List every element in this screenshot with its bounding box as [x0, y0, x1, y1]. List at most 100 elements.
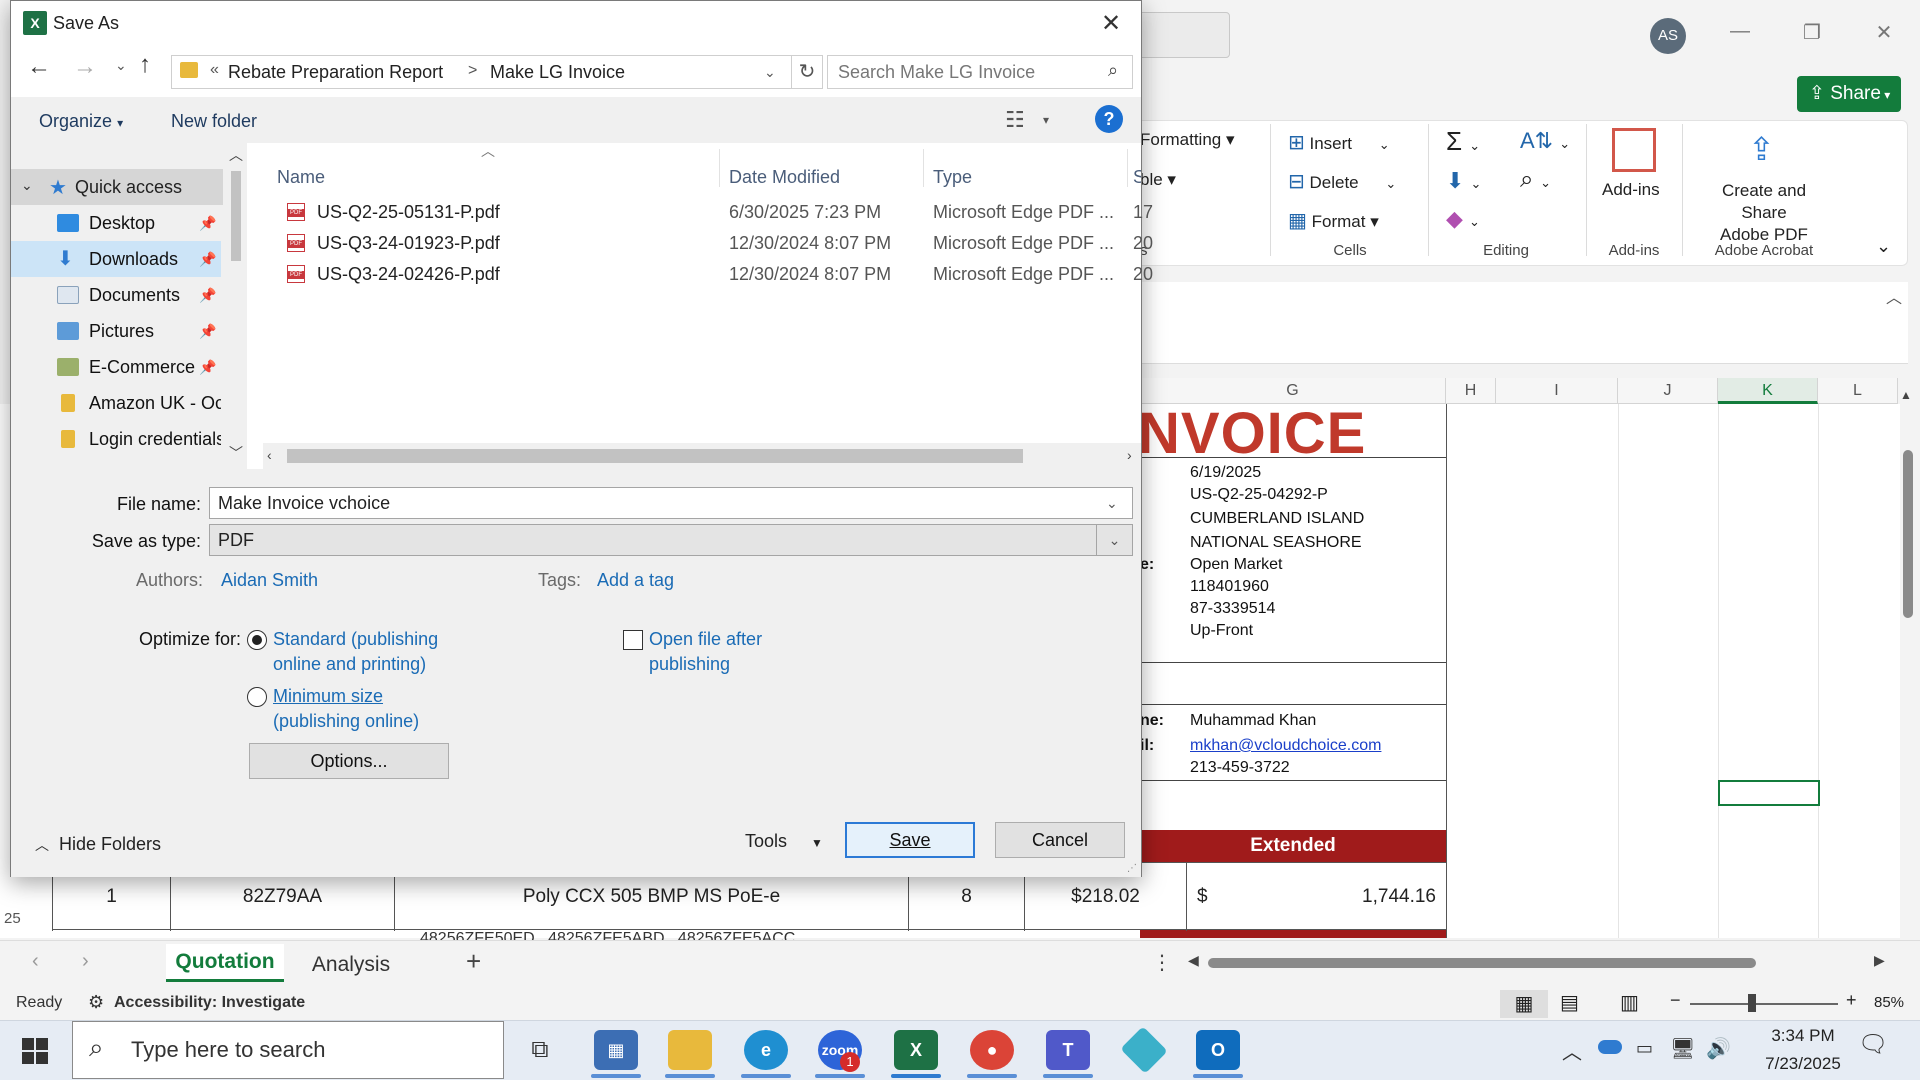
volume-icon[interactable]: 🔊 — [1706, 1036, 1731, 1061]
add-sheet-button[interactable]: + — [466, 946, 481, 977]
breadcrumb-current[interactable]: Make LG Invoice — [490, 62, 625, 83]
hide-folders-icon[interactable]: ︿ — [35, 835, 49, 855]
page-break-icon[interactable]: ▥ — [1620, 990, 1639, 1015]
battery-icon[interactable]: ▭ — [1636, 1038, 1653, 1059]
accessibility-icon[interactable]: ⚙ — [88, 992, 104, 1013]
user-avatar[interactable]: AS — [1650, 18, 1686, 54]
excel-taskbar-icon[interactable]: X — [894, 1030, 938, 1070]
delete-cells-button[interactable]: ⊟ Delete ⌄ — [1288, 169, 1396, 194]
minimum-size-option-label[interactable]: Minimum size (publishing online) — [273, 684, 419, 734]
nav-item-amazon-uk[interactable]: Amazon UK - Oc — [11, 385, 221, 421]
notifications-icon[interactable]: 🗨 — [1858, 1030, 1888, 1059]
up-folder-icon[interactable]: ↑ — [139, 51, 151, 79]
scroll-up-icon[interactable]: ︿ — [229, 145, 243, 165]
nav-item-downloads[interactable]: ⬇ Downloads 📌 — [11, 241, 221, 277]
file-row[interactable]: US-Q3-24-02426-P.pdf 12/30/2024 8:07 PM … — [287, 259, 1153, 289]
file-row[interactable]: US-Q3-24-01923-P.pdf 12/30/2024 8:07 PM … — [287, 228, 1153, 258]
fill-icon[interactable]: ⬇ ⌄ — [1446, 168, 1481, 194]
view-options-icon[interactable]: ☷ — [1005, 107, 1025, 133]
hide-folders-button[interactable]: Hide Folders — [59, 834, 161, 855]
resize-grip-icon[interactable]: ⋰ — [1127, 863, 1137, 874]
chrome-icon[interactable]: ● — [970, 1030, 1014, 1070]
standard-radio[interactable] — [247, 630, 267, 650]
col-header-j[interactable]: J — [1618, 378, 1718, 404]
forward-icon[interactable]: → — [73, 53, 97, 81]
scroll-right-icon[interactable]: › — [1127, 447, 1132, 463]
zoom-slider[interactable] — [1690, 1003, 1838, 1005]
edge-icon[interactable]: e — [744, 1030, 788, 1070]
nav-item-login-credentials[interactable]: Login credentials — [11, 421, 221, 457]
nav-quick-access[interactable]: Quick access — [75, 177, 182, 198]
cancel-button[interactable]: Cancel — [995, 822, 1125, 858]
minimum-size-radio[interactable] — [247, 687, 267, 707]
col-header-l[interactable]: L — [1818, 378, 1898, 404]
column-header-date[interactable]: Date Modified — [729, 167, 840, 188]
horizontal-scroll-thumb[interactable] — [1208, 958, 1756, 968]
normal-view-icon[interactable]: ▦ — [1500, 990, 1548, 1018]
selected-cell[interactable] — [1718, 780, 1820, 806]
zoom-in-icon[interactable]: + — [1846, 990, 1857, 1011]
hscroll-right-icon[interactable]: ▶ — [1874, 952, 1885, 969]
windows-start-icon[interactable] — [22, 1038, 48, 1064]
address-dropdown-icon[interactable]: ⌄ — [764, 64, 776, 81]
minimize-icon[interactable]: — — [1720, 20, 1760, 50]
find-select-icon[interactable]: ⌕ ⌄ — [1520, 166, 1551, 194]
sort-filter-icon[interactable]: A⇅ ⌄ — [1520, 128, 1570, 154]
sheet-tab-analysis[interactable]: Analysis — [296, 948, 406, 982]
col-header-i[interactable]: I — [1496, 378, 1618, 404]
nav-scroll-thumb[interactable] — [231, 171, 241, 261]
organize-button[interactable]: Organize ▾ — [39, 111, 123, 132]
file-explorer-icon[interactable] — [668, 1030, 712, 1070]
insert-cells-button[interactable]: ⊞ Insert ⌄ — [1288, 130, 1390, 155]
scroll-left-icon[interactable]: ‹ — [267, 447, 272, 463]
more-options-icon[interactable]: ⋮ — [1152, 950, 1172, 975]
tab-next-icon[interactable]: › — [82, 950, 89, 973]
nav-item-documents[interactable]: Documents 📌 — [11, 277, 221, 313]
accessibility-status[interactable]: Accessibility: Investigate — [114, 994, 305, 1012]
conditional-formatting-button[interactable]: Formatting ▾ — [1140, 130, 1235, 150]
open-after-checkbox[interactable] — [623, 630, 643, 650]
col-header-h[interactable]: H — [1446, 378, 1496, 404]
tab-prev-icon[interactable]: ‹ — [32, 950, 39, 973]
clock-time[interactable]: 3:34 PM — [1758, 1026, 1848, 1046]
tools-button[interactable]: Tools ▼ — [745, 831, 823, 852]
save-button[interactable]: Save — [845, 822, 975, 858]
save-type-select[interactable]: PDF ⌄ — [209, 524, 1133, 556]
scroll-down-icon[interactable]: ﹀ — [229, 443, 243, 463]
clock-date[interactable]: 7/23/2025 — [1748, 1054, 1858, 1074]
options-button[interactable]: Options... — [249, 743, 449, 779]
breadcrumb-parent[interactable]: Rebate Preparation Report — [228, 62, 443, 83]
column-header-name[interactable]: Name — [277, 167, 325, 188]
network-icon[interactable]: 🖥 — [1670, 1036, 1695, 1061]
file-list-scroll-thumb[interactable] — [287, 449, 1023, 463]
vertical-scroll-thumb[interactable] — [1903, 450, 1913, 618]
close-window-icon[interactable]: ✕ — [1864, 20, 1904, 50]
help-icon[interactable]: ? — [1095, 105, 1123, 133]
share-button[interactable]: ⇪ Share ▾ — [1797, 76, 1901, 112]
autosum-icon[interactable]: Σ ⌄ — [1446, 126, 1480, 157]
ribbon-collapse-icon[interactable]: ⌄ — [1876, 236, 1891, 257]
add-ins-icon[interactable] — [1612, 128, 1656, 172]
column-header-size[interactable]: Si — [1133, 167, 1141, 188]
hscroll-left-icon[interactable]: ◀ — [1188, 952, 1199, 969]
file-row[interactable]: US-Q2-25-05131-P.pdf 6/30/2025 7:23 PM M… — [287, 197, 1153, 227]
format-cells-button[interactable]: ▦ Format ▾ — [1288, 208, 1379, 233]
teams-icon[interactable]: T — [1046, 1030, 1090, 1070]
authors-value[interactable]: Aidan Smith — [221, 570, 318, 591]
sheet-tab-quotation[interactable]: Quotation — [166, 944, 284, 982]
tags-input[interactable]: Add a tag — [597, 570, 674, 591]
file-list-hscrollbar[interactable]: ‹ › — [263, 443, 1141, 469]
view-dropdown-icon[interactable]: ▾ — [1043, 113, 1049, 127]
col-header-k[interactable]: K — [1718, 378, 1818, 404]
nav-item-desktop[interactable]: Desktop 📌 — [11, 205, 221, 241]
zoom-slider-thumb[interactable] — [1748, 994, 1756, 1012]
expand-formula-icon[interactable]: ︿ — [1886, 284, 1902, 308]
recent-locations-icon[interactable]: ⌄ — [115, 57, 127, 74]
excel-search-box[interactable] — [1130, 12, 1230, 58]
scroll-up-icon[interactable]: ▲ — [1900, 388, 1912, 402]
new-folder-button[interactable]: New folder — [171, 111, 257, 132]
onedrive-icon[interactable] — [1598, 1040, 1622, 1054]
nav-item-e-commerce[interactable]: E-Commerce 📌 — [11, 349, 221, 385]
create-share-pdf-button[interactable]: Create and Share Adobe PDF — [1698, 180, 1830, 246]
clear-icon[interactable]: ◆ ⌄ — [1446, 206, 1480, 232]
